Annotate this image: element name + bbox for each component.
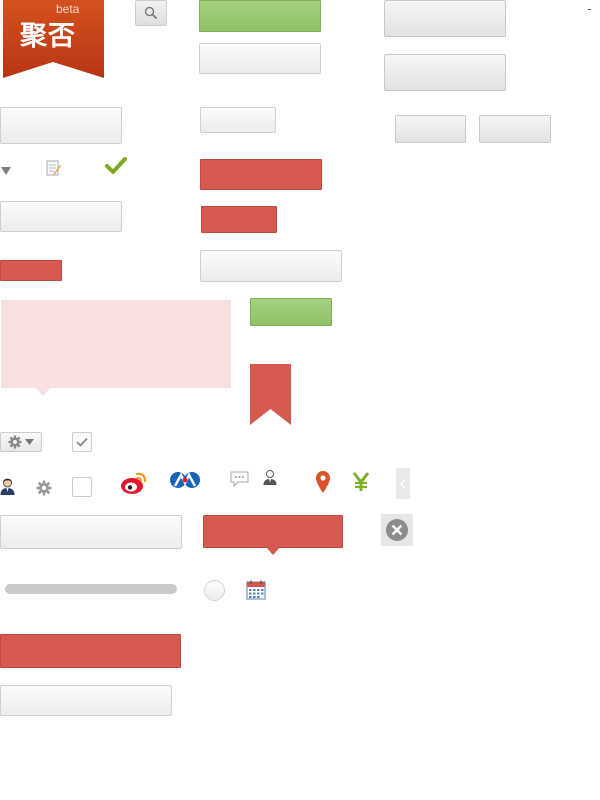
comment-bubble-icon[interactable] [230,471,249,487]
gear-icon[interactable] [36,480,52,496]
yuan-icon[interactable] [352,472,370,492]
checkmark-icon [105,157,127,174]
grey-button-bottom[interactable] [0,685,172,716]
calendar-icon[interactable] [246,580,266,600]
divider-mark [588,9,591,10]
renren-icon[interactable] [169,471,201,489]
beta-badge: beta [56,2,80,16]
gear-icon [8,435,22,449]
location-pin-icon[interactable] [315,470,331,494]
red-button-small[interactable] [0,260,62,281]
checkbox-checked[interactable] [72,432,92,452]
grey-button-col3-c[interactable] [395,115,466,143]
search-icon [144,6,158,20]
chevron-left-icon [400,478,406,489]
edit-note-icon[interactable] [46,160,62,176]
weibo-icon[interactable] [120,470,148,495]
green-button-top[interactable] [199,0,321,32]
progress-bar [5,584,177,594]
grey-button-col3-a[interactable] [384,0,506,37]
bookmark-ribbon [250,364,291,425]
grey-button-col2[interactable] [199,43,321,74]
pink-tooltip [1,300,231,388]
close-button[interactable] [381,514,413,546]
green-button-small[interactable] [250,298,332,326]
pink-tooltip-arrow [36,388,50,396]
close-icon [386,519,408,541]
search-button[interactable] [135,0,167,26]
side-tab[interactable] [396,468,410,499]
red-button-large[interactable] [0,634,181,668]
grey-button-small-col2[interactable] [200,107,276,133]
red-tooltip-arrow [266,547,280,555]
check-icon [76,437,88,447]
radio-button[interactable] [204,580,225,601]
user-icon [0,478,15,495]
checkbox-unchecked[interactable] [72,477,92,497]
grey-button-large[interactable] [0,107,122,144]
grey-button-col3-b[interactable] [384,54,506,91]
triangle-down-icon [1,167,11,175]
red-tooltip [203,515,343,548]
grey-input[interactable] [0,201,122,232]
red-button-col2[interactable] [200,159,322,190]
user-avatar-icon [263,470,277,485]
red-button-col2-small[interactable] [201,206,277,233]
settings-dropdown[interactable] [0,432,42,452]
grey-button-col2-wide[interactable] [200,250,342,282]
chevron-down-icon [25,439,34,445]
text-input-wide[interactable] [0,515,182,549]
logo-text: 聚否 [20,21,76,52]
grey-button-col3-d[interactable] [479,115,551,143]
